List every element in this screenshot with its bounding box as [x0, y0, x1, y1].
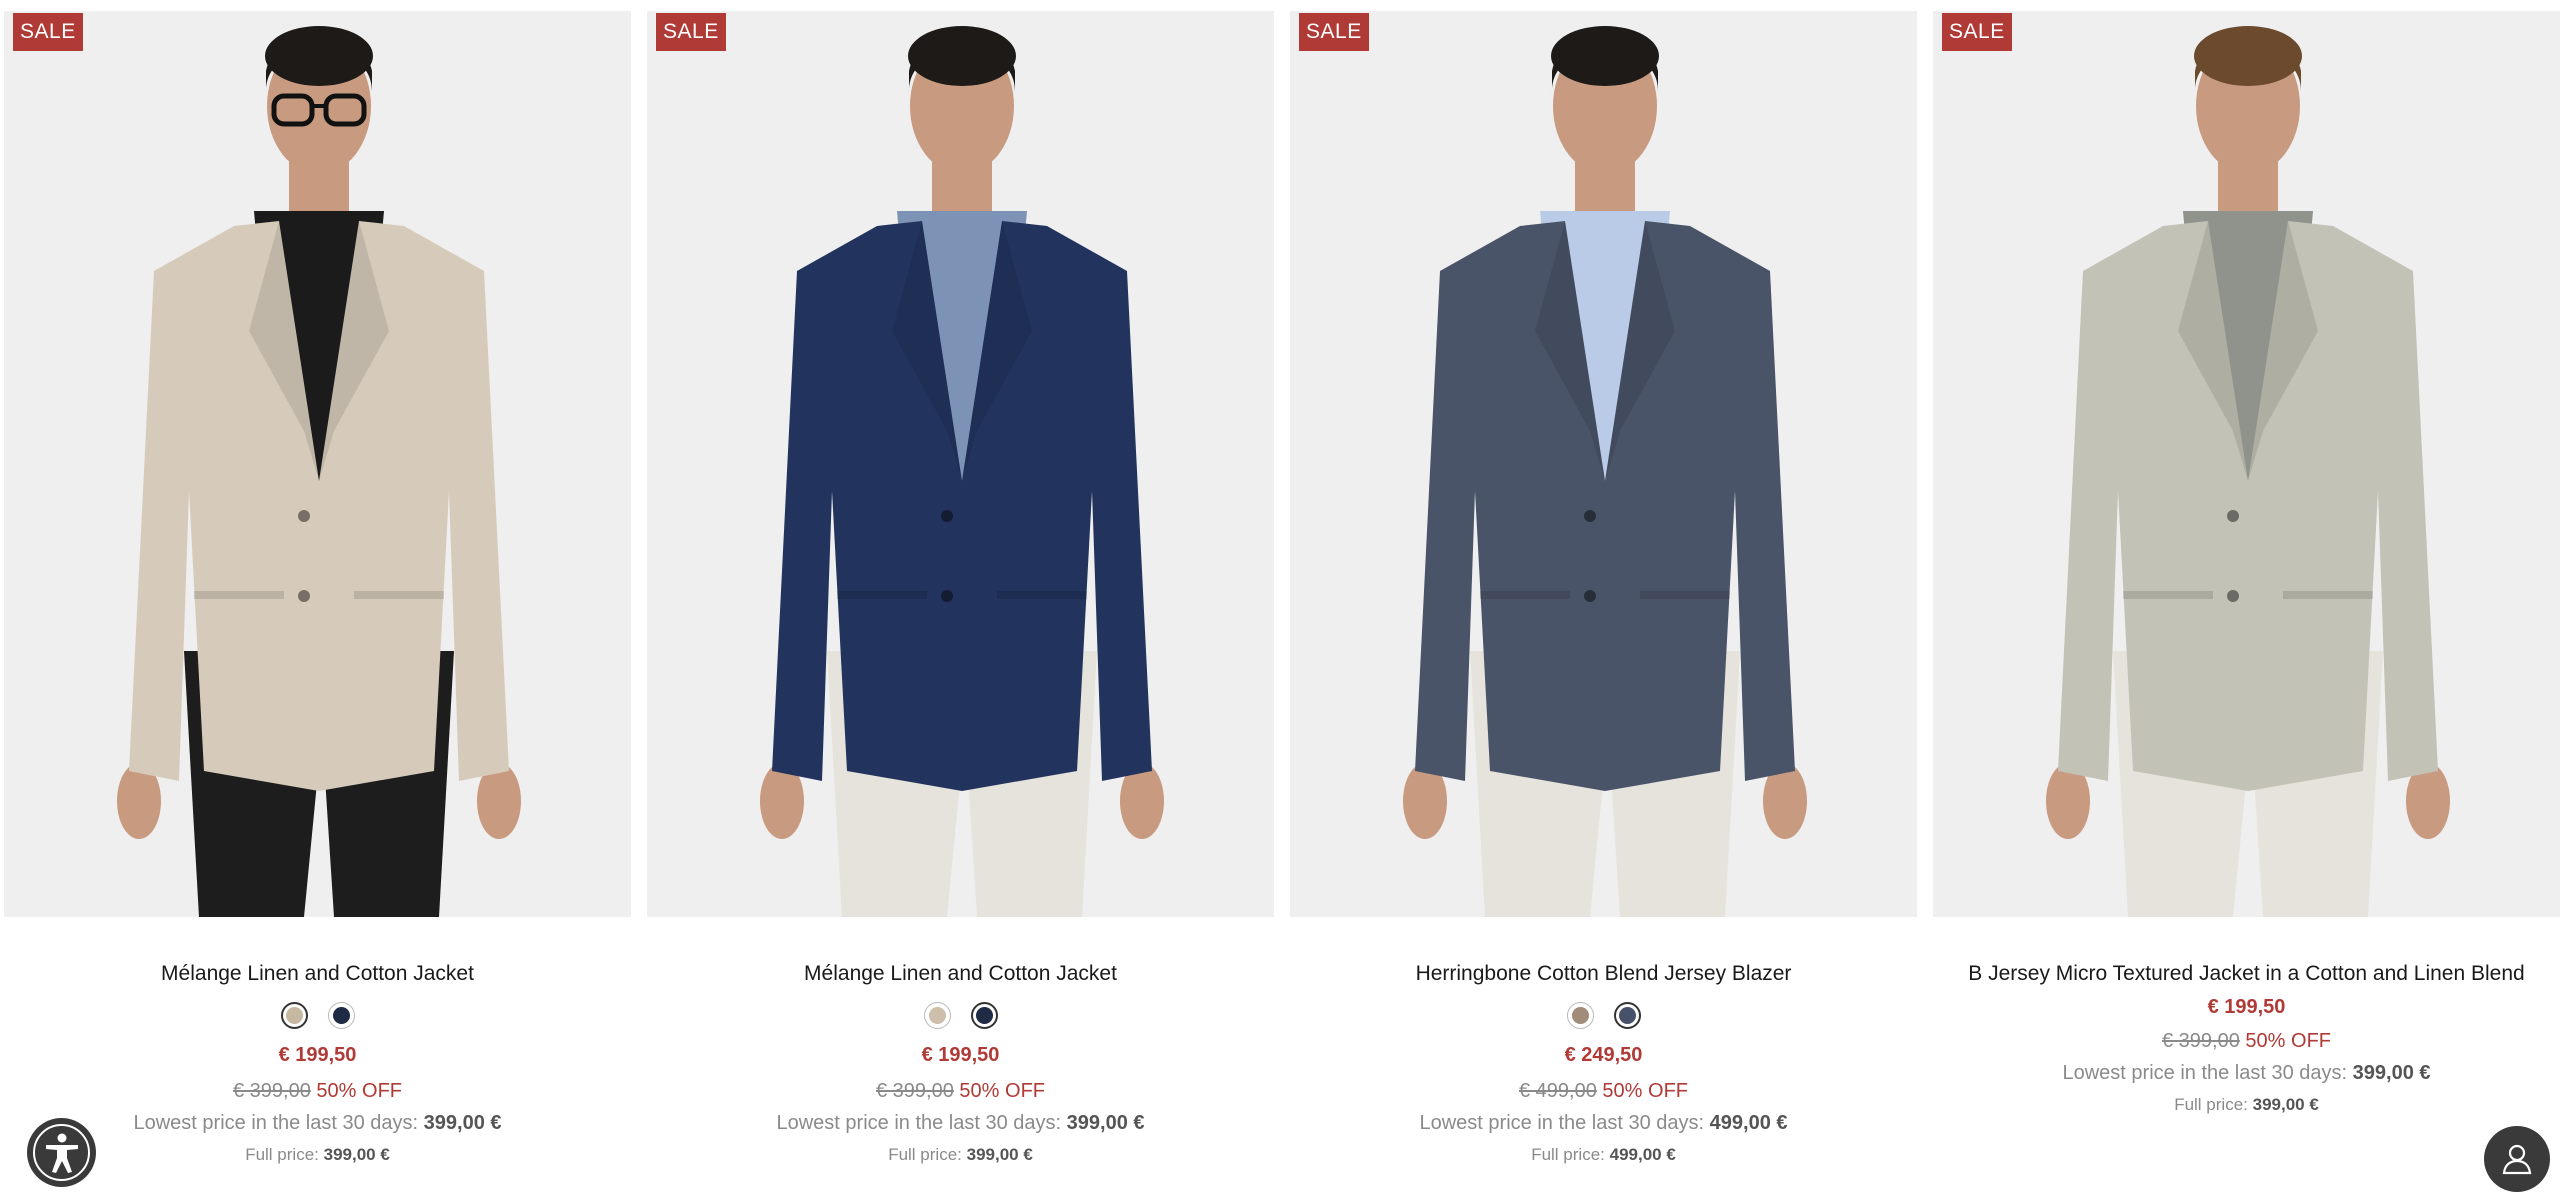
product-info: Mélange Linen and Cotton Jacket € 199,50…: [4, 959, 631, 1171]
lowest-price-label: Lowest price in the last 30 days:: [2062, 1062, 2348, 1084]
discount-label: 50% OFF: [1602, 1080, 1688, 1102]
color-swatch[interactable]: [1613, 1001, 1641, 1029]
product-image[interactable]: SALE: [647, 11, 1274, 917]
lowest-price-label: Lowest price in the last 30 days:: [776, 1112, 1062, 1134]
color-swatch[interactable]: [280, 1001, 308, 1029]
old-price: € 499,00: [1519, 1080, 1597, 1102]
old-price-line: € 399,00 50% OFF: [647, 1075, 1274, 1107]
full-price-line: Full price: 399,00 €: [1933, 1089, 2560, 1121]
chat-button[interactable]: [2484, 1126, 2550, 1192]
discount-label: 50% OFF: [2245, 1030, 2331, 1052]
swatch-color: [332, 1006, 350, 1024]
product-card: SALE Mélange Linen and Cotton Jacket € 1…: [647, 11, 1274, 1197]
product-info: B Jersey Micro Textured Jacket in a Cott…: [1933, 959, 2560, 1121]
sale-price: € 249,50: [1564, 1044, 1643, 1066]
product-name-link[interactable]: Mélange Linen and Cotton Jacket: [4, 959, 631, 989]
old-price-line: € 499,00 50% OFF: [1290, 1075, 1917, 1107]
full-price-label: Full price:: [888, 1145, 962, 1164]
full-price-label: Full price:: [1531, 1145, 1605, 1164]
old-price-line: € 399,00 50% OFF: [1933, 1025, 2560, 1057]
lowest-price-line: Lowest price in the last 30 days: 499,00…: [1290, 1107, 1917, 1139]
product-name-link[interactable]: Herringbone Cotton Blend Jersey Blazer: [1290, 959, 1917, 989]
product-grid: SALE Mélange Linen and Cotton Jacket € 1…: [4, 11, 2560, 1197]
product-photo-illustration: [1290, 11, 1917, 917]
lowest-price-value: 499,00 €: [1709, 1112, 1788, 1134]
color-swatch[interactable]: [970, 1001, 998, 1029]
lowest-price-line: Lowest price in the last 30 days: 399,00…: [4, 1107, 631, 1139]
color-swatches: [4, 997, 631, 1033]
accessibility-icon: [33, 1124, 90, 1181]
full-price-value: 499,00 €: [1609, 1145, 1676, 1164]
lowest-price-value: 399,00 €: [2352, 1062, 2431, 1084]
color-swatch[interactable]: [923, 1001, 951, 1029]
sale-badge: SALE: [1942, 13, 2012, 51]
swatch-color: [1571, 1006, 1589, 1024]
full-price-line: Full price: 399,00 €: [4, 1139, 631, 1171]
color-swatch[interactable]: [327, 1001, 355, 1029]
discount-label: 50% OFF: [959, 1080, 1045, 1102]
discount-label: 50% OFF: [316, 1080, 402, 1102]
product-name-link[interactable]: Mélange Linen and Cotton Jacket: [647, 959, 1274, 989]
old-price: € 399,00: [2162, 1030, 2240, 1052]
user-icon: [2502, 1144, 2532, 1175]
old-price: € 399,00: [876, 1080, 954, 1102]
product-photo-illustration: [4, 11, 631, 917]
product-image[interactable]: SALE: [1290, 11, 1917, 917]
product-info: Mélange Linen and Cotton Jacket € 199,50…: [647, 959, 1274, 1171]
full-price-line: Full price: 399,00 €: [647, 1139, 1274, 1171]
sale-badge: SALE: [13, 13, 83, 51]
color-swatches: [647, 997, 1274, 1033]
product-image[interactable]: SALE: [4, 11, 631, 917]
sale-price: € 199,50: [278, 1044, 357, 1066]
color-swatch[interactable]: [1566, 1001, 1594, 1029]
lowest-price-label: Lowest price in the last 30 days:: [1419, 1112, 1705, 1134]
color-swatches: [1290, 997, 1917, 1033]
old-price-line: € 399,00 50% OFF: [4, 1075, 631, 1107]
product-photo-illustration: [647, 11, 1274, 917]
swatch-color: [928, 1006, 946, 1024]
accessibility-button[interactable]: [27, 1118, 96, 1187]
full-price-value: 399,00 €: [323, 1145, 390, 1164]
lowest-price-value: 399,00 €: [1066, 1112, 1145, 1134]
lowest-price-value: 399,00 €: [423, 1112, 502, 1134]
full-price-value: 399,00 €: [966, 1145, 1033, 1164]
product-name-link[interactable]: B Jersey Micro Textured Jacket in a Cott…: [1933, 959, 2560, 989]
sale-badge: SALE: [1299, 13, 1369, 51]
product-card: SALE Herringbone Cotton Blend Jersey Bla…: [1290, 11, 1917, 1197]
swatch-color: [1618, 1006, 1636, 1024]
full-price-value: 399,00 €: [2252, 1095, 2319, 1114]
product-card: SALE B Jersey Micro Textured Jacket in a…: [1933, 11, 2560, 1197]
lowest-price-label: Lowest price in the last 30 days:: [133, 1112, 419, 1134]
sale-price: € 199,50: [2207, 996, 2286, 1018]
product-photo-illustration: [1933, 11, 2560, 917]
lowest-price-line: Lowest price in the last 30 days: 399,00…: [1933, 1057, 2560, 1089]
full-price-line: Full price: 499,00 €: [1290, 1139, 1917, 1171]
swatch-color: [975, 1006, 993, 1024]
swatch-color: [285, 1006, 303, 1024]
product-image[interactable]: SALE: [1933, 11, 2560, 917]
product-info: Herringbone Cotton Blend Jersey Blazer €…: [1290, 959, 1917, 1171]
sale-price: € 199,50: [921, 1044, 1000, 1066]
full-price-label: Full price:: [2174, 1095, 2248, 1114]
full-price-label: Full price:: [245, 1145, 319, 1164]
sale-badge: SALE: [656, 13, 726, 51]
product-card: SALE Mélange Linen and Cotton Jacket € 1…: [4, 11, 631, 1197]
lowest-price-line: Lowest price in the last 30 days: 399,00…: [647, 1107, 1274, 1139]
old-price: € 399,00: [233, 1080, 311, 1102]
